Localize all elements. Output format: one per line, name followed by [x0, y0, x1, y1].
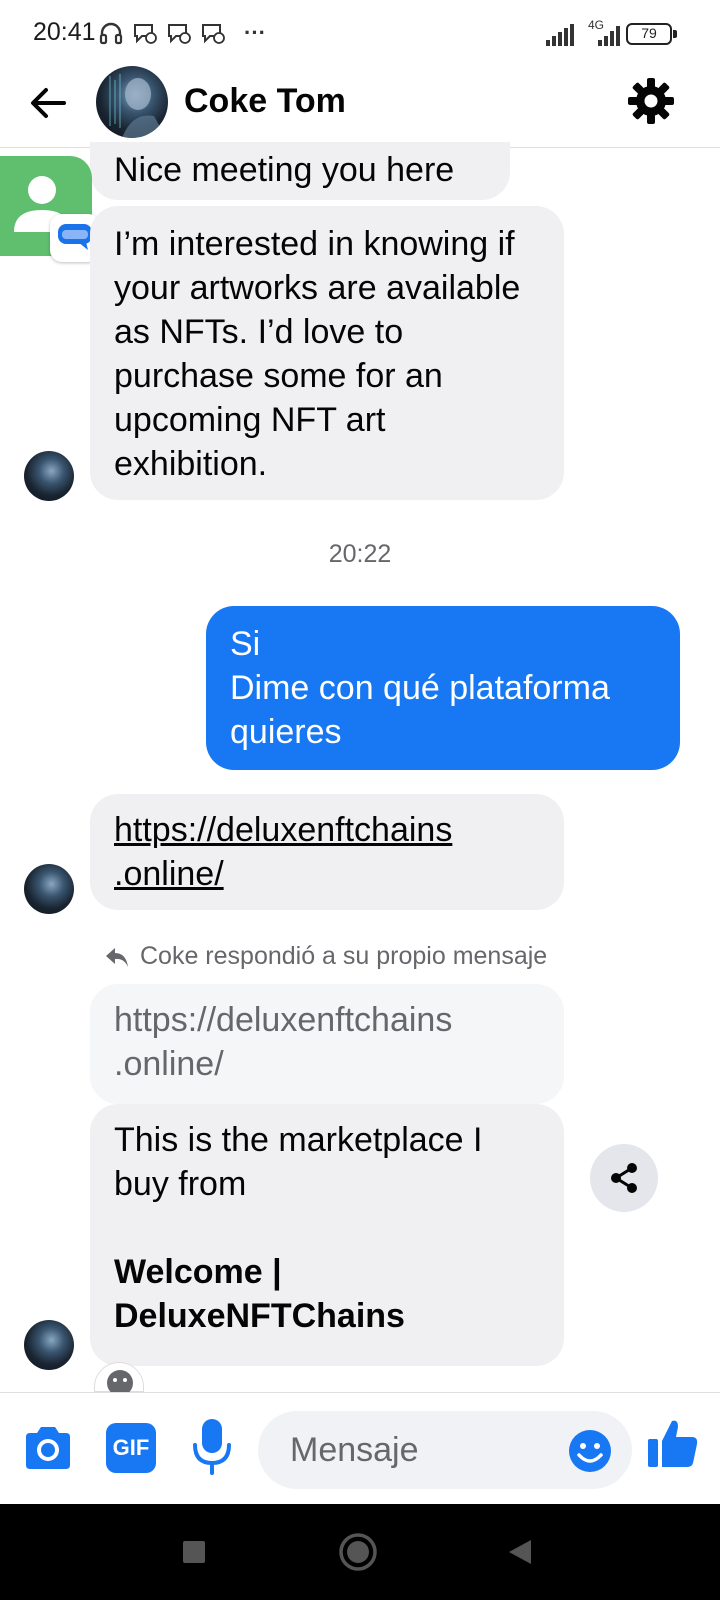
- voice-button[interactable]: [190, 1417, 234, 1482]
- back-nav-button[interactable]: [506, 1538, 534, 1566]
- battery-icon: 79: [626, 23, 677, 45]
- reply-note-text: Coke respondió a su propio mensaje: [140, 942, 548, 970]
- message-text: I’m interested in knowing if your artwor…: [114, 225, 521, 483]
- signal-icon: [546, 24, 574, 46]
- link-message-bubble[interactable]: https://deluxenftchains .online/: [90, 794, 564, 910]
- system-navigation-bar: [0, 1504, 720, 1600]
- home-button[interactable]: [338, 1532, 378, 1572]
- smiley-icon: [107, 1370, 133, 1396]
- more-notifications-icon: ···: [244, 20, 266, 45]
- link-preview-title[interactable]: Welcome |: [114, 1250, 540, 1294]
- message-bubble-incoming[interactable]: Nice meeting you here: [90, 142, 510, 200]
- notification-icons: ···: [98, 20, 266, 46]
- message-bubble-incoming[interactable]: I’m interested in knowing if your artwor…: [90, 206, 564, 500]
- share-button[interactable]: [590, 1144, 658, 1212]
- square-icon: [183, 1541, 205, 1563]
- message-timestamp: 20:22: [328, 540, 392, 568]
- gear-icon: [628, 78, 674, 124]
- like-button[interactable]: [646, 1417, 700, 1476]
- message-text: Dime con qué plataforma quieres: [230, 669, 610, 751]
- recents-button[interactable]: [182, 1540, 206, 1564]
- sender-avatar[interactable]: [24, 451, 74, 501]
- robot-portrait-icon: [109, 74, 166, 138]
- status-bar: 20:41 ··· 4G 79: [0, 0, 720, 64]
- home-circle-icon: [339, 1533, 377, 1571]
- gif-button[interactable]: GIF: [106, 1423, 156, 1473]
- triangle-back-icon: [509, 1540, 531, 1564]
- message-bubble-outgoing[interactable]: Si Dime con qué plataforma quieres: [206, 606, 680, 770]
- camera-button[interactable]: [22, 1423, 74, 1478]
- message-text: Si: [230, 625, 261, 663]
- reply-indicator: Coke respondió a su propio mensaje: [104, 942, 547, 971]
- floating-contact-bubble[interactable]: [0, 156, 100, 262]
- message-input-placeholder: Mensaje: [290, 1431, 419, 1469]
- arrow-left-icon: [31, 88, 66, 118]
- signal-icons: 4G: [546, 18, 626, 46]
- messenger-notification-icon: [202, 24, 225, 44]
- camera-icon: [26, 1427, 70, 1469]
- reaction-button[interactable]: [94, 1362, 144, 1396]
- quoted-text: https://deluxenftchains: [114, 1001, 453, 1039]
- message-composer: GIF Mensaje: [0, 1392, 720, 1504]
- contact-name[interactable]: Coke Tom: [184, 82, 346, 121]
- link-preview-title[interactable]: DeluxeNFTChains: [114, 1294, 540, 1338]
- emoji-icon[interactable]: [566, 1427, 614, 1475]
- quoted-text: .online/: [114, 1045, 224, 1083]
- sender-avatar[interactable]: [24, 864, 74, 914]
- status-time: 20:41: [33, 18, 96, 46]
- gif-icon: GIF: [106, 1423, 156, 1473]
- conversation-header: Coke Tom: [0, 64, 720, 148]
- messenger-notification-icon: [168, 24, 191, 44]
- sender-avatar[interactable]: [24, 1320, 74, 1370]
- share-icon: [611, 1163, 637, 1193]
- reply-arrow-icon: [106, 947, 128, 967]
- message-text: This is the marketplace I buy from: [114, 1121, 483, 1203]
- quoted-message[interactable]: https://deluxenftchains .online/: [90, 984, 564, 1104]
- thumbs-up-icon: [648, 1420, 698, 1467]
- message-link[interactable]: .online/: [114, 852, 540, 896]
- message-link[interactable]: https://deluxenftchains: [114, 808, 540, 852]
- network-type: 4G: [588, 18, 605, 32]
- messenger-notification-icon: [134, 24, 157, 44]
- back-button[interactable]: [26, 80, 72, 126]
- microphone-icon: [193, 1419, 231, 1475]
- message-text: Nice meeting you here: [114, 151, 455, 189]
- settings-button[interactable]: [626, 76, 676, 126]
- contact-avatar[interactable]: [96, 66, 168, 138]
- message-bubble-incoming[interactable]: This is the marketplace I buy from Welco…: [90, 1104, 564, 1366]
- message-input[interactable]: Mensaje: [258, 1411, 632, 1489]
- headphones-icon: [99, 22, 123, 45]
